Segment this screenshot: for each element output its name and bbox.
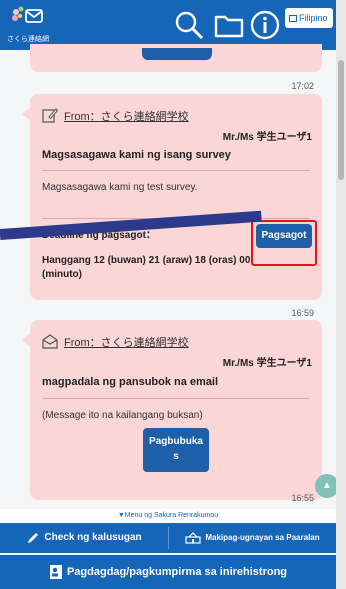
search-icon[interactable] xyxy=(172,8,206,42)
sakura-logo-icon xyxy=(12,6,43,23)
health-check-label: Check ng kalusugan xyxy=(44,532,142,543)
school-icon xyxy=(185,532,201,544)
message-subject: Magsasagawa kami ng isang survey xyxy=(42,149,231,161)
bottom-nav-row: Pagdagdag/pagkumpirma sa inirehistrong xyxy=(0,555,336,589)
app-logo[interactable]: さくら連絡網 xyxy=(6,4,50,46)
recipient-label: Mr./Ms 学生ユーザ1 xyxy=(222,132,312,143)
recipient-label: Mr./Ms 学生ユーザ1 xyxy=(222,358,312,369)
sender-label: From：さくら連絡網学校 xyxy=(64,337,189,349)
registration-button[interactable]: Pagdagdag/pagkumpirma sa inirehistrong xyxy=(0,555,336,589)
message-sender: From：さくら連絡網学校 xyxy=(42,333,189,352)
divider xyxy=(42,170,310,171)
edit-survey-icon xyxy=(42,107,59,126)
language-icon xyxy=(289,15,297,22)
registration-label: Pagdagdag/pagkumpirma sa inirehistrong xyxy=(66,566,288,578)
language-button[interactable]: Filipino xyxy=(285,8,333,28)
menu-label[interactable]: ▼Menu ng Sakura Renrakumou xyxy=(0,509,336,523)
message-time: 16:55 xyxy=(291,493,314,503)
logo-text: さくら連絡網 xyxy=(7,36,49,43)
deadline-value: Hanggang 12 (buwan) 21 (araw) 18 (oras) … xyxy=(42,255,251,280)
message-time: 16:59 xyxy=(291,308,314,318)
info-icon[interactable] xyxy=(248,8,282,42)
health-check-button[interactable]: Check ng kalusugan xyxy=(0,523,168,553)
sender-label: From：さくら連絡網学校 xyxy=(64,111,189,123)
school-contact-button[interactable]: Makipag-ugnayan sa Paaralan xyxy=(169,523,336,553)
screen: さくら連絡網 Filipino 17:02 From：さくら連絡網学校 Mr./… xyxy=(0,0,346,589)
message-body: (Message ito na kailangang buksan) xyxy=(42,410,203,421)
scrollbar-thumb[interactable] xyxy=(338,60,344,180)
school-contact-label: Makipag-ugnayan sa Paaralan xyxy=(205,533,320,542)
open-message-button[interactable]: Pagbubuka s xyxy=(143,428,209,472)
app-header: さくら連絡網 Filipino xyxy=(0,0,336,50)
language-label: Filipino xyxy=(299,13,328,23)
message-card-email[interactable]: From：さくら連絡網学校 Mr./Ms 学生ユーザ1 magpadala ng… xyxy=(22,320,322,500)
message-time: 17:02 xyxy=(291,81,314,91)
answer-button[interactable]: Pagsagot xyxy=(256,224,312,248)
bubble-tail xyxy=(22,108,30,120)
bottom-nav-row: Check ng kalusugan Makipag-ugnayan sa Pa… xyxy=(0,523,336,553)
envelope-icon xyxy=(42,333,58,352)
pen-icon xyxy=(28,533,39,543)
message-sender: From：さくら連絡網学校 xyxy=(42,107,189,126)
message-subject: magpadala ng pansubok na email xyxy=(42,376,219,388)
person-add-icon xyxy=(49,565,62,579)
previous-message-button[interactable] xyxy=(142,48,212,60)
divider xyxy=(42,398,310,399)
message-card-survey[interactable]: From：さくら連絡網学校 Mr./Ms 学生ユーザ1 Magsasagawa … xyxy=(22,94,322,300)
bubble-tail xyxy=(22,334,30,346)
folder-icon[interactable] xyxy=(212,8,246,42)
message-body: Magsasagawa kami ng test survey. xyxy=(42,182,198,193)
